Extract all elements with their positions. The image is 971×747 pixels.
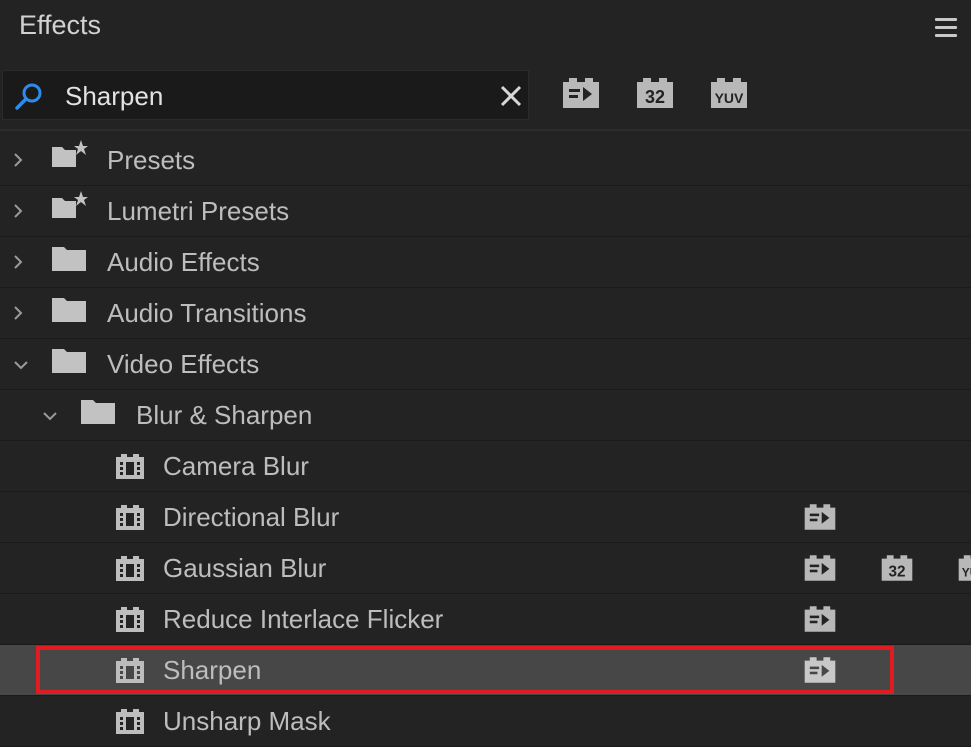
toolbar-divider: [0, 129, 971, 131]
panel-title: Effects: [19, 10, 102, 40]
folder-icon: [52, 247, 86, 271]
32-bit-label: 32: [645, 87, 665, 107]
tree-effect-camera-blur[interactable]: Camera Blur: [0, 441, 971, 492]
panel-header: Effects: [0, 0, 971, 56]
folder-icon: [52, 298, 86, 322]
effect-icon: [116, 454, 144, 479]
effect-icon: [116, 709, 144, 734]
effect-icon: [116, 556, 144, 581]
tree-effect-reduce-interlace-flicker[interactable]: Reduce Interlace Flicker: [0, 594, 971, 645]
accelerated-effects-filter-button[interactable]: [561, 76, 601, 110]
32-bit-icon: 32: [881, 555, 913, 581]
tree-item-label: Gaussian Blur: [163, 553, 327, 583]
accelerated-effect-icon: [804, 657, 836, 683]
effects-panel: Effects 32 YUV: [0, 0, 971, 747]
search-icon: [15, 83, 42, 110]
search-box[interactable]: [2, 70, 529, 120]
tree-effect-directional-blur[interactable]: Directional Blur: [0, 492, 971, 543]
yuv-filter-button[interactable]: YUV: [709, 76, 749, 110]
tree-item-label: Audio Effects: [107, 247, 260, 277]
chevron-right-icon[interactable]: [10, 152, 26, 168]
chevron-down-icon[interactable]: [13, 357, 29, 373]
tree-folder-audio-transitions[interactable]: Audio Transitions: [0, 288, 971, 339]
tree-folder-video-effects[interactable]: Video Effects: [0, 339, 971, 390]
chevron-right-icon[interactable]: [10, 254, 26, 270]
accelerated-effect-icon: [804, 504, 836, 530]
yuv-icon: YUV: [958, 555, 971, 581]
tree-effect-unsharp-mask[interactable]: Unsharp Mask: [0, 696, 971, 747]
tree-folder-presets[interactable]: Presets: [0, 135, 971, 186]
tree-item-label: Sharpen: [163, 655, 262, 685]
folder-icon: [81, 400, 115, 424]
tree-item-label: Presets: [107, 145, 196, 175]
tree-item-label: Unsharp Mask: [163, 706, 331, 736]
chevron-right-icon[interactable]: [10, 305, 26, 321]
chevron-right-icon[interactable]: [10, 203, 26, 219]
yuv-label: YUV: [715, 90, 744, 106]
accelerated-effect-icon: [804, 555, 836, 581]
tree-effect-sharpen[interactable]: Sharpen: [0, 645, 971, 696]
accelerated-effect-icon: [563, 78, 599, 108]
32-bit-label: 32: [888, 564, 905, 581]
tree-folder-lumetri-presets[interactable]: Lumetri Presets: [0, 186, 971, 237]
search-input[interactable]: [63, 77, 487, 115]
yuv-label: YUV: [962, 566, 971, 580]
hamburger-menu-icon[interactable]: [935, 18, 957, 37]
tree-item-label: Camera Blur: [163, 451, 309, 481]
effect-icon: [116, 607, 144, 632]
yuv-icon: YUV: [711, 78, 747, 108]
clear-search-icon[interactable]: [499, 84, 523, 108]
tree-effect-gaussian-blur[interactable]: Gaussian Blur 32 YUV: [0, 543, 971, 594]
32-bit-icon: 32: [637, 78, 673, 108]
accelerated-effect-icon: [804, 606, 836, 632]
effect-icon: [116, 505, 144, 530]
tree-folder-blur-sharpen[interactable]: Blur & Sharpen: [0, 390, 971, 441]
tree-item-label: Video Effects: [107, 349, 260, 379]
effect-icon: [116, 658, 144, 683]
preset-folder-icon: [52, 140, 88, 167]
folder-icon: [52, 349, 86, 373]
tree-item-label: Directional Blur: [163, 502, 340, 532]
tree-item-label: Reduce Interlace Flicker: [163, 604, 444, 634]
preset-folder-icon: [52, 191, 88, 218]
tree-folder-audio-effects[interactable]: Audio Effects: [0, 237, 971, 288]
tree-item-label: Blur & Sharpen: [136, 400, 313, 430]
tree-item-label: Audio Transitions: [107, 298, 307, 328]
32-bit-filter-button[interactable]: 32: [635, 76, 675, 110]
chevron-down-icon[interactable]: [42, 408, 58, 424]
tree-item-label: Lumetri Presets: [107, 196, 290, 226]
